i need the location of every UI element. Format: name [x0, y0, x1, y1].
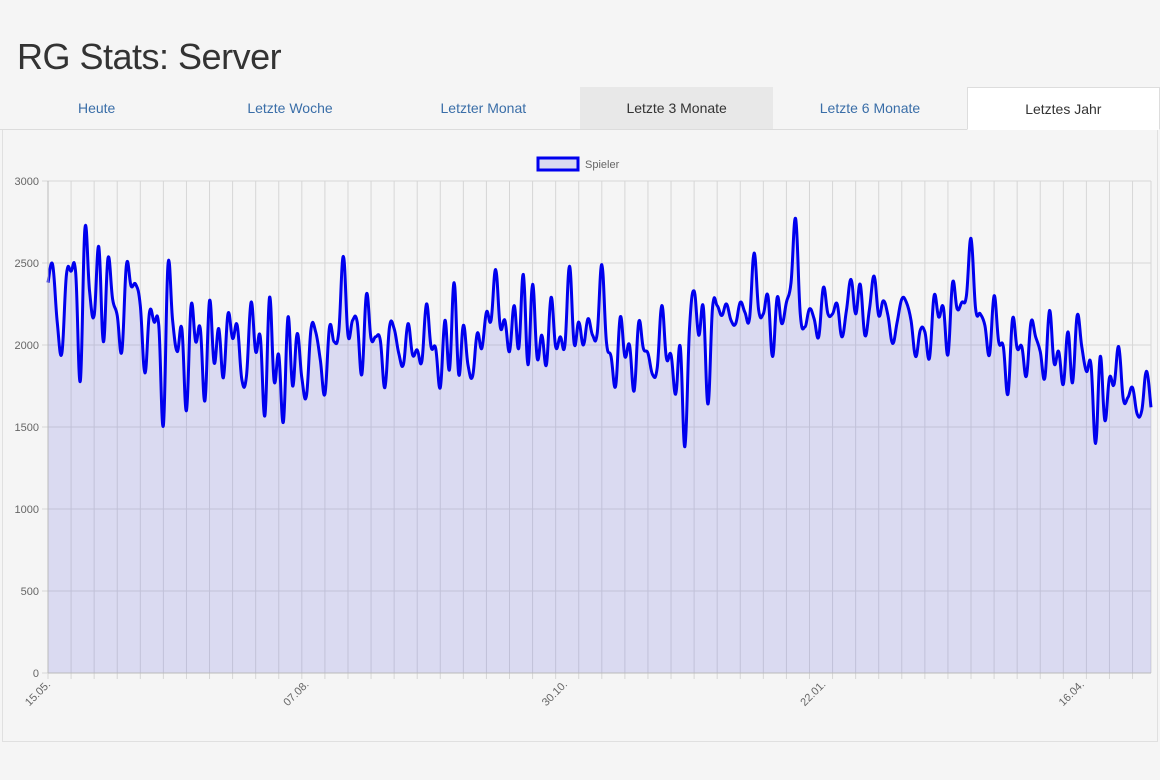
chart-area-layer — [46, 217, 1153, 673]
x-tick-label: 07.08. — [281, 679, 311, 709]
legend-label: Spieler — [585, 159, 620, 171]
x-tick-label: 22.01. — [798, 679, 828, 709]
tab-letztes-jahr[interactable]: Letztes Jahr — [966, 87, 1160, 130]
x-tick-label: 15.05. — [23, 679, 53, 709]
x-tick-label: 16.04. — [1057, 679, 1087, 709]
tab-letzte-6-monate[interactable]: Letzte 6 Monate — [773, 87, 966, 129]
page-title: RG Stats: Server — [17, 36, 282, 77]
period-tabs: Heute Letzte Woche Letzter Monat Letzte … — [0, 87, 1160, 130]
chart-panel: 0 500 1000 1500 2000 2500 3000 15.05. 07.08. 30.1… — [2, 130, 1158, 742]
player-chart: 0 500 1000 1500 2000 2500 3000 15.05. 07.08. 30.1… — [15, 156, 1153, 709]
y-tick-label: 1000 — [15, 504, 39, 516]
x-tick-label: 30.10. — [540, 679, 570, 709]
y-tick-label: 1500 — [15, 422, 39, 434]
tab-heute[interactable]: Heute — [0, 87, 193, 129]
chart-legend: Spieler — [536, 156, 620, 172]
tab-letzte-woche[interactable]: Letzte Woche — [193, 87, 386, 129]
legend-swatch — [536, 156, 580, 172]
y-tick-label: 2000 — [15, 340, 39, 352]
y-tick-label: 500 — [21, 586, 39, 598]
tab-letzte-3-monate[interactable]: Letzte 3 Monate — [579, 87, 774, 129]
tab-letzter-monat[interactable]: Letzter Monat — [387, 87, 580, 129]
y-tick-label: 2500 — [15, 258, 39, 270]
y-tick-label: 0 — [33, 668, 39, 680]
y-tick-label: 3000 — [15, 176, 39, 188]
